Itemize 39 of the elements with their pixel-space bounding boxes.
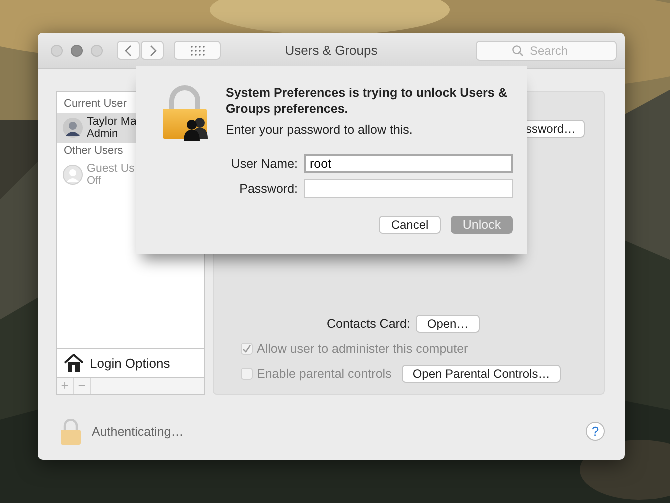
search-field[interactable]: Search <box>476 40 617 60</box>
zoom-button[interactable] <box>91 44 103 56</box>
open-parental-controls-button[interactable]: Open Parental Controls… <box>402 365 562 383</box>
user-name: Guest Us <box>87 163 135 175</box>
status-text: Authenticating… <box>92 424 184 438</box>
user-role: Admin <box>87 128 120 140</box>
open-button[interactable]: Open… <box>416 315 480 333</box>
checkbox-label: Enable parental controls <box>257 367 392 381</box>
user-name: Taylor Ma <box>87 116 137 128</box>
field-label: User Name: <box>230 156 298 170</box>
input-field[interactable] <box>304 179 513 198</box>
house-icon <box>64 354 84 372</box>
chevron-left-icon <box>124 44 132 56</box>
input-field[interactable]: root <box>304 154 513 173</box>
checkbox[interactable] <box>241 368 253 380</box>
grid-icon <box>190 46 204 56</box>
search-icon <box>512 44 524 56</box>
avatar-icon <box>63 165 83 185</box>
avatar-icon <box>63 118 83 138</box>
chevron-right-icon <box>148 44 156 56</box>
minimize-button[interactable] <box>71 44 83 56</box>
window-title: Users & Groups <box>285 43 378 58</box>
cancel-button[interactable]: Cancel <box>379 216 441 234</box>
field-label: Password: <box>238 182 298 196</box>
user-role: Off <box>87 175 102 187</box>
help-button[interactable]: ? <box>586 422 605 441</box>
lock-icon <box>60 418 82 444</box>
checkbox[interactable] <box>241 343 253 355</box>
checkbox-label: Allow user to administer this computer <box>257 342 468 356</box>
dialog-message: Enter your password to allow this. <box>226 123 414 137</box>
contacts-card-label: Contacts Card: <box>327 317 410 331</box>
forward-button[interactable] <box>141 41 164 60</box>
section-heading: Current User <box>63 97 128 112</box>
section-heading: Other Users <box>63 144 124 159</box>
close-button[interactable] <box>51 44 63 56</box>
login-options-label: Login Options <box>90 356 170 370</box>
dialog-title: System Preferences is trying to unlock Users & Groups preferences. <box>226 85 508 117</box>
show-all-button[interactable] <box>174 41 221 60</box>
back-button[interactable] <box>117 41 140 60</box>
